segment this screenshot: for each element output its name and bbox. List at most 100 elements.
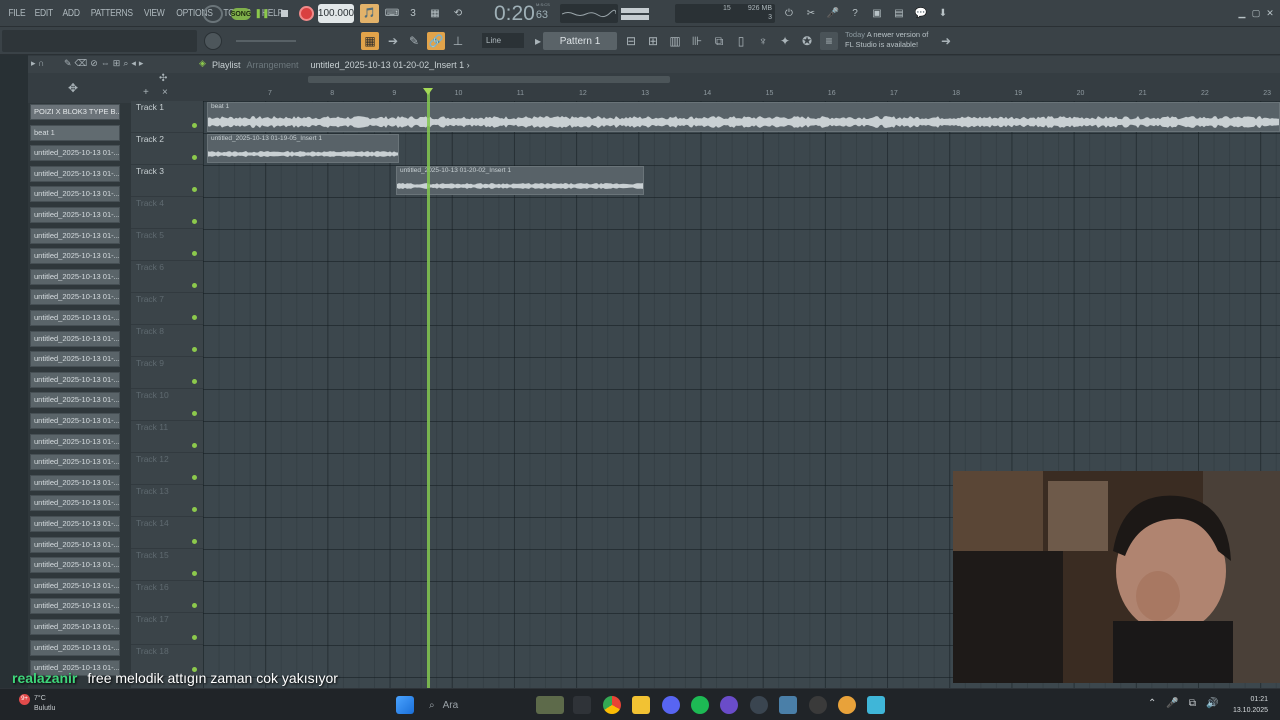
playhead[interactable] [427, 89, 430, 688]
maximize-icon[interactable]: ▢ [1250, 4, 1262, 23]
menu-view[interactable]: VIEW [141, 8, 167, 19]
plugin-icon[interactable]: ▤ [890, 4, 908, 23]
song-mode-toggle[interactable]: SONG [231, 8, 251, 20]
file-explorer-icon[interactable] [632, 696, 650, 714]
tempo-display[interactable]: 100.000 [318, 4, 354, 23]
picker-item[interactable]: untitled_2025-10-13 01-... [30, 268, 120, 285]
track-header[interactable]: Track 6 [131, 261, 203, 293]
track-header[interactable]: Track 4 [131, 197, 203, 229]
playlist-options-icon[interactable]: ▸ ∩ [31, 58, 45, 69]
taskbar-clock[interactable]: 01:21 13.10.2025 [1233, 694, 1268, 716]
weather-widget[interactable]: 9+ 7°C Bulutlu [19, 694, 55, 714]
track-mute-led[interactable] [192, 347, 197, 352]
track-mute-led[interactable] [192, 379, 197, 384]
track-header[interactable]: Track 14 [131, 517, 203, 549]
widgets-icon[interactable] [536, 696, 564, 714]
pattern-select[interactable]: Pattern 1 [543, 32, 617, 50]
time-display[interactable]: 0:20 63 M:S:CS [488, 2, 554, 25]
tuner-icon[interactable]: ♆ [754, 32, 772, 50]
picker-item[interactable]: untitled_2025-10-13 01-... [30, 351, 120, 368]
settings-icon[interactable] [779, 696, 797, 714]
obs-icon[interactable] [720, 696, 738, 714]
close-icon[interactable]: ✕ [1264, 4, 1276, 23]
metronome-icon[interactable]: 🎵 [360, 4, 379, 23]
track-header[interactable]: Track 12 [131, 453, 203, 485]
menu-add[interactable]: ADD [59, 8, 81, 19]
menu-file[interactable]: FILE [6, 8, 28, 19]
track-mute-led[interactable] [192, 219, 197, 224]
channel-rack-icon[interactable]: ⊞ [644, 32, 662, 50]
countdown-icon[interactable]: 3 [404, 4, 422, 23]
clock-icon[interactable]: ⏻ [780, 4, 798, 23]
clipboard-icon[interactable]: ▯ [732, 32, 750, 50]
playlist-window-icon[interactable]: ▦ [361, 32, 379, 50]
track-mute-led[interactable] [192, 571, 197, 576]
track-header[interactable]: Track 2 [131, 133, 203, 165]
browser-icon[interactable]: ⊪ [688, 32, 706, 50]
mixer-view-icon[interactable]: ⊟ [622, 32, 640, 50]
app-icon[interactable] [750, 696, 768, 714]
track-header[interactable]: Track 8 [131, 325, 203, 357]
track-mute-led[interactable] [192, 603, 197, 608]
audio-clip-insert-2002[interactable]: untitled_2025-10-13 01-20-02_Insert 1 [396, 166, 644, 195]
selected-clip-name[interactable]: untitled_2025-10-13 01-20-02_Insert 1 › [311, 60, 470, 70]
audio-clip-beat[interactable]: beat 1 [207, 102, 1280, 132]
track-header[interactable]: Track 11 [131, 421, 203, 453]
link-icon[interactable]: 🔗 [427, 32, 445, 50]
loop-record-icon[interactable]: ⟲ [449, 4, 467, 23]
horizontal-scrollbar[interactable] [308, 76, 670, 83]
picker-item[interactable]: untitled_2025-10-13 01-... [30, 557, 120, 574]
track-mute-led[interactable] [192, 411, 197, 416]
stamp-icon[interactable]: ⊥ [449, 32, 467, 50]
spotify-icon[interactable] [691, 696, 709, 714]
track-mute-led[interactable] [192, 251, 197, 256]
record-button[interactable] [297, 4, 315, 23]
draw-tool-icon[interactable]: ✎ [405, 32, 423, 50]
play-button[interactable]: ❚❚ [253, 4, 271, 23]
picker-item[interactable]: beat 1 [30, 124, 120, 141]
picker-item[interactable]: untitled_2025-10-13 01-... [30, 392, 120, 409]
add-track-icon[interactable]: ✣ [159, 73, 167, 84]
picker-item[interactable]: untitled_2025-10-13 01-... [30, 619, 120, 635]
picker-item[interactable]: untitled_2025-10-13 01-... [30, 145, 120, 162]
stop-button[interactable] [275, 4, 293, 23]
track-mute-led[interactable] [192, 187, 197, 192]
picker-item[interactable]: untitled_2025-10-13 01-... [30, 495, 120, 512]
picker-item[interactable]: untitled_2025-10-13 01-... [30, 474, 120, 491]
snap-select[interactable]: Line [482, 33, 524, 48]
piano-roll-icon[interactable]: ▥ [666, 32, 684, 50]
playhead-marker-icon[interactable] [423, 88, 433, 95]
playlist-tools-icon[interactable]: ✎⌫⊘⇔⊞⌕◂▸ [64, 58, 146, 69]
save-icon[interactable]: ▣ [868, 4, 886, 23]
step-edit-icon[interactable]: ▦ [426, 4, 444, 23]
track-header[interactable]: Track 1 [131, 101, 203, 133]
mic-icon[interactable]: 🎤 [824, 4, 842, 23]
picker-item[interactable]: untitled_2025-10-13 01-... [30, 289, 120, 306]
help-icon[interactable]: ? [846, 4, 864, 23]
picker-item[interactable]: untitled_2025-10-13 01-... [30, 371, 120, 388]
notepad-icon[interactable] [867, 696, 885, 714]
track-header[interactable]: Track 5 [131, 229, 203, 261]
track-mute-led[interactable] [192, 635, 197, 640]
wait-input-icon[interactable]: ⌨ [383, 4, 401, 23]
picker-item[interactable]: untitled_2025-10-13 01-... [30, 330, 120, 347]
windows-start-icon[interactable] [396, 696, 414, 714]
track-mute-led[interactable] [192, 507, 197, 512]
menu-patterns[interactable]: PATTERNS [88, 8, 135, 19]
track-header[interactable]: Track 7 [131, 293, 203, 325]
task-view-icon[interactable] [573, 696, 591, 714]
brush-icon[interactable]: ✦ [776, 32, 794, 50]
picker-item[interactable]: untitled_2025-10-13 01-... [30, 165, 120, 182]
audio-clip-insert-1905[interactable]: untitled_2025-10-13 01-19-05_Insert 1 [207, 134, 399, 163]
picker-item[interactable]: untitled_2025-10-13 01-... [30, 186, 120, 203]
minimize-icon[interactable]: ▁ [1236, 4, 1248, 23]
fl-studio-icon[interactable] [838, 696, 856, 714]
track-mute-led[interactable] [192, 443, 197, 448]
track-header[interactable]: Track 3 [131, 165, 203, 197]
track-header[interactable]: Track 15 [131, 549, 203, 581]
playlist-subtitle[interactable]: Arrangement [247, 60, 299, 70]
track-mute-led[interactable] [192, 123, 197, 128]
mixer-icon[interactable]: ✂ [802, 4, 820, 23]
picker-item[interactable]: untitled_2025-10-13 01-... [30, 227, 120, 244]
plugin-db-icon[interactable]: ⧉ [710, 32, 728, 50]
